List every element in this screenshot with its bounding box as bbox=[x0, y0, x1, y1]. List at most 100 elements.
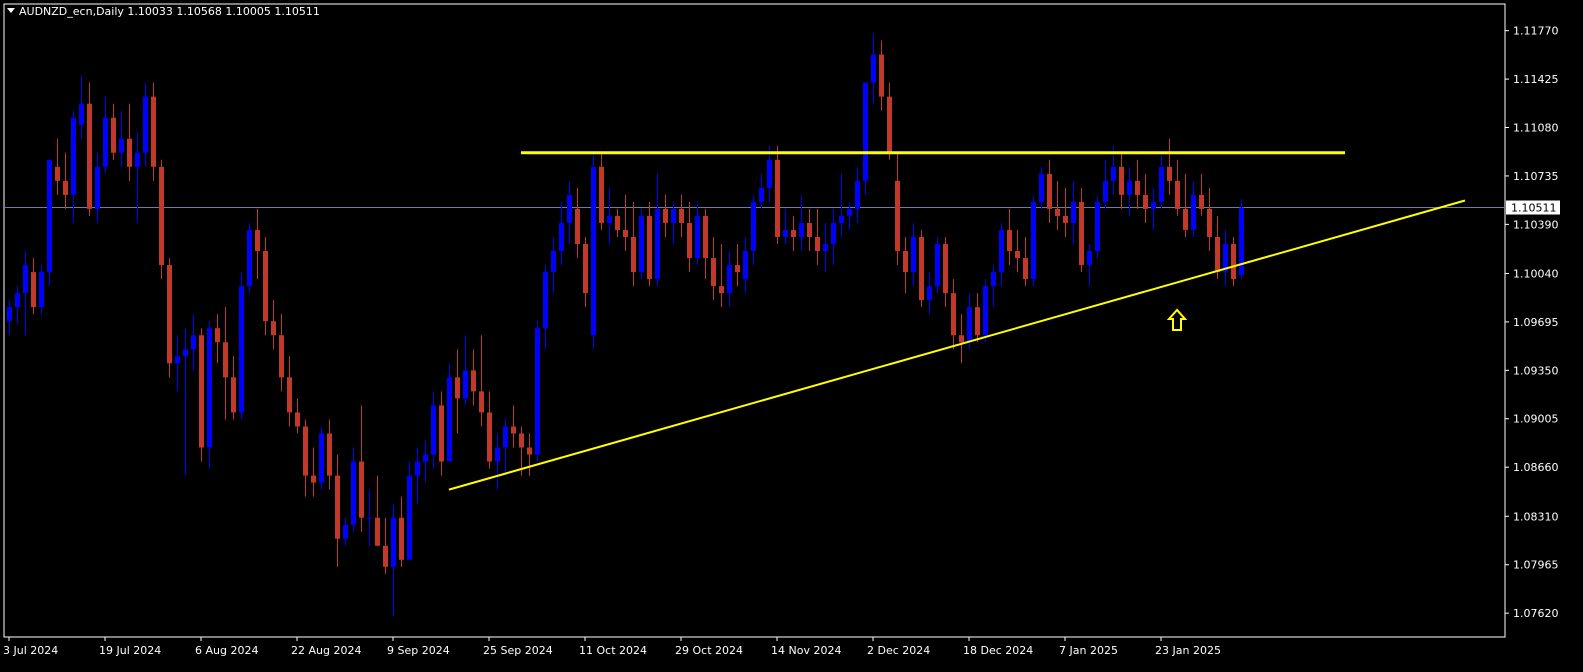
candle bbox=[479, 335, 484, 427]
candle-body bbox=[1055, 208, 1060, 216]
candle bbox=[983, 279, 988, 343]
candle-body bbox=[399, 517, 404, 560]
candle bbox=[47, 159, 52, 287]
candle bbox=[975, 293, 980, 343]
candle-body bbox=[695, 215, 700, 259]
candle bbox=[1199, 173, 1204, 216]
candle-body bbox=[887, 96, 892, 153]
candle bbox=[1031, 194, 1036, 287]
candle bbox=[927, 272, 932, 315]
candle bbox=[7, 300, 12, 336]
candle-body bbox=[679, 208, 684, 223]
candle bbox=[95, 152, 100, 223]
candle-body bbox=[383, 545, 388, 567]
candle-body bbox=[743, 251, 748, 280]
candle-body bbox=[495, 447, 500, 462]
candle-body bbox=[1087, 251, 1092, 266]
candle bbox=[639, 208, 644, 280]
candle-body bbox=[487, 412, 492, 462]
candle bbox=[167, 258, 172, 378]
candle bbox=[1007, 208, 1012, 266]
candle bbox=[111, 103, 116, 160]
candle-body bbox=[231, 377, 236, 413]
candle-body bbox=[991, 272, 996, 287]
candle-body bbox=[175, 356, 180, 364]
candle-body bbox=[847, 208, 852, 216]
candle-body bbox=[119, 138, 124, 153]
candle-body bbox=[623, 229, 628, 237]
candle bbox=[935, 236, 940, 294]
candle bbox=[143, 82, 148, 167]
candle bbox=[63, 152, 68, 209]
candle-body bbox=[263, 251, 268, 322]
candle-body bbox=[79, 103, 84, 125]
y-tick-label: 1.07965 bbox=[1513, 559, 1559, 572]
candle-body bbox=[343, 524, 348, 539]
candle-body bbox=[767, 159, 772, 188]
dropdown-triangle-icon[interactable] bbox=[7, 8, 15, 13]
candle-body bbox=[367, 517, 372, 519]
candle bbox=[911, 222, 916, 287]
candle bbox=[903, 236, 908, 294]
candle-body bbox=[615, 215, 620, 230]
candle-body bbox=[279, 335, 284, 378]
candle-body bbox=[431, 405, 436, 455]
candle bbox=[407, 461, 412, 560]
candle-body bbox=[775, 159, 780, 237]
candle-body bbox=[807, 222, 812, 237]
candle-body bbox=[535, 328, 540, 455]
candle-body bbox=[799, 222, 804, 237]
candle bbox=[655, 173, 660, 287]
x-tick-label: 25 Sep 2024 bbox=[483, 644, 553, 657]
candle bbox=[1119, 152, 1124, 209]
candle bbox=[1143, 173, 1148, 223]
candle-body bbox=[463, 370, 468, 399]
candle bbox=[991, 265, 996, 308]
candle bbox=[535, 321, 540, 462]
candle-body bbox=[335, 475, 340, 539]
candle bbox=[135, 131, 140, 223]
candle-body bbox=[15, 293, 20, 308]
candle-body bbox=[103, 117, 108, 167]
candle bbox=[575, 187, 580, 259]
candle-body bbox=[31, 272, 36, 308]
candle bbox=[175, 335, 180, 392]
candle-body bbox=[159, 166, 164, 266]
candle bbox=[383, 517, 388, 574]
y-tick-label: 1.09005 bbox=[1513, 413, 1559, 426]
candle-body bbox=[687, 222, 692, 259]
candle bbox=[623, 194, 628, 252]
candle-body bbox=[919, 236, 924, 301]
candle bbox=[271, 300, 276, 350]
candle-body bbox=[295, 412, 300, 427]
candle bbox=[735, 244, 740, 287]
candle bbox=[543, 265, 548, 350]
candle bbox=[471, 349, 476, 406]
candle-body bbox=[351, 461, 356, 525]
x-tick-label: 6 Aug 2024 bbox=[195, 644, 258, 657]
candle bbox=[183, 328, 188, 476]
candle-body bbox=[23, 265, 28, 294]
candle-body bbox=[303, 426, 308, 476]
candle-body bbox=[415, 461, 420, 476]
candle-body bbox=[1127, 180, 1132, 195]
candle-body bbox=[1175, 180, 1180, 209]
candle bbox=[103, 96, 108, 174]
candle-body bbox=[719, 286, 724, 294]
candle bbox=[887, 82, 892, 160]
candle-body bbox=[903, 251, 908, 273]
candle-body bbox=[1047, 173, 1052, 209]
candlestick-chart[interactable]: 1.11770 1.11425 1.11080 1.10735 1.10390 1.100… bbox=[0, 0, 1583, 668]
candle bbox=[783, 208, 788, 245]
candle bbox=[1231, 236, 1236, 287]
candle bbox=[703, 208, 708, 280]
candle bbox=[71, 110, 76, 223]
candle bbox=[79, 75, 84, 139]
candle bbox=[255, 208, 260, 280]
x-axis: 3 Jul 2024 19 Jul 2024 6 Aug 2024 22 Aug 20… bbox=[3, 637, 1221, 657]
candle-body bbox=[823, 244, 828, 252]
candle-body bbox=[95, 166, 100, 209]
candle-body bbox=[167, 265, 172, 364]
candle-body bbox=[1159, 166, 1164, 202]
y-tick-label: 1.08310 bbox=[1513, 510, 1559, 523]
